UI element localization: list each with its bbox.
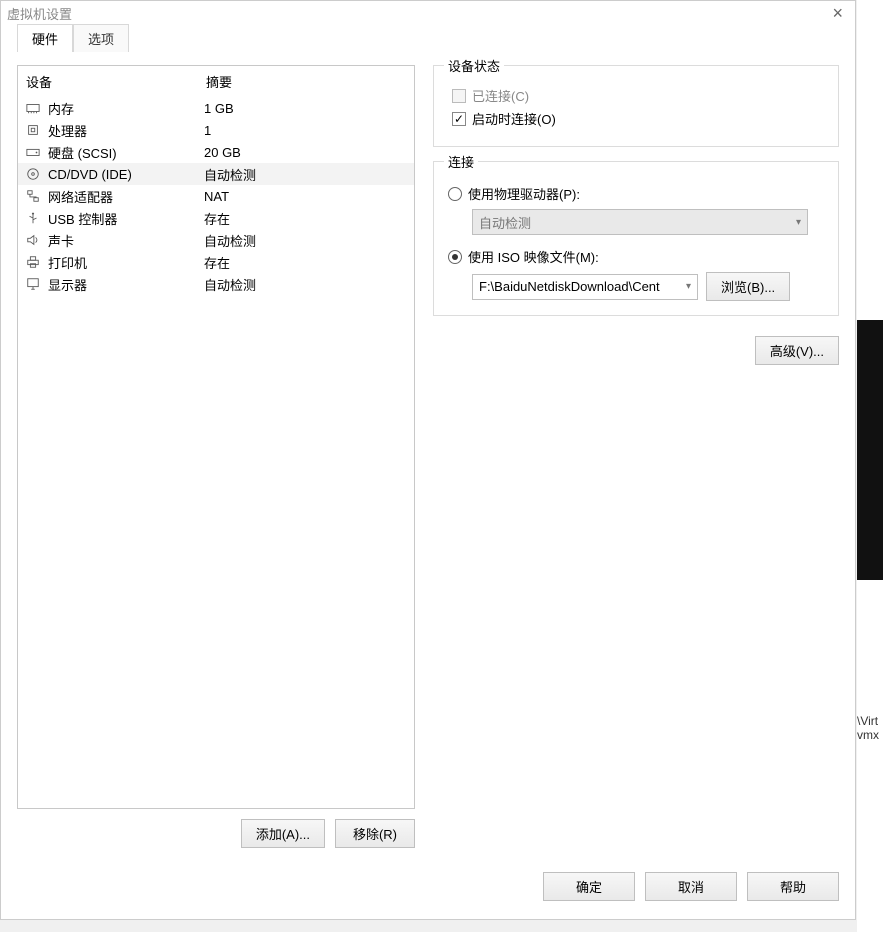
hw-name: CD/DVD (IDE) <box>48 167 204 182</box>
display-icon <box>24 276 42 292</box>
background-window: \Virt vmx <box>857 0 883 932</box>
hw-name: 硬盘 (SCSI) <box>48 143 204 162</box>
tab-options[interactable]: 选项 <box>73 24 129 52</box>
window-title: 虚拟机设置 <box>7 4 72 23</box>
cdrom-icon <box>24 166 42 182</box>
browse-button[interactable]: 浏览(B)... <box>706 272 790 301</box>
disk-icon <box>24 144 42 160</box>
hw-row-usb[interactable]: USB 控制器 存在 <box>18 207 414 229</box>
radio-physical-row[interactable]: 使用物理驱动器(P): <box>448 184 824 203</box>
hw-summary: NAT <box>204 189 408 204</box>
checkbox-connected <box>452 89 466 103</box>
physical-drive-dropdown: 自动检测 ▾ <box>472 209 808 235</box>
hw-summary: 20 GB <box>204 145 408 160</box>
remove-button[interactable]: 移除(R) <box>335 819 415 848</box>
hw-summary: 自动检测 <box>204 165 408 184</box>
radio-iso[interactable] <box>448 250 462 264</box>
tab-hardware[interactable]: 硬件 <box>17 24 73 52</box>
sound-icon <box>24 232 42 248</box>
ok-button[interactable]: 确定 <box>543 872 635 901</box>
add-button[interactable]: 添加(A)... <box>241 819 325 848</box>
hw-summary: 1 <box>204 123 408 138</box>
hw-row-cdrom[interactable]: CD/DVD (IDE) 自动检测 <box>18 163 414 185</box>
col-summary: 摘要 <box>206 72 406 91</box>
hw-row-network[interactable]: 网络适配器 NAT <box>18 185 414 207</box>
hw-name: 打印机 <box>48 253 204 272</box>
hw-row-disk[interactable]: 硬盘 (SCSI) 20 GB <box>18 141 414 163</box>
memory-icon <box>24 100 42 116</box>
chk-connected-row: 已连接(C) <box>452 86 824 105</box>
hw-row-sound[interactable]: 声卡 自动检测 <box>18 229 414 251</box>
hw-summary: 存在 <box>204 209 408 228</box>
background-dark <box>857 320 883 580</box>
cpu-icon <box>24 122 42 138</box>
col-device: 设备 <box>26 72 206 91</box>
advanced-button[interactable]: 高级(V)... <box>755 336 839 365</box>
chevron-down-icon: ▾ <box>796 217 801 228</box>
list-buttons: 添加(A)... 移除(R) <box>17 809 415 848</box>
checkbox-connect-on-start[interactable] <box>452 112 466 126</box>
iso-path-value: F:\BaiduNetdiskDownload\Cent <box>479 279 660 294</box>
vm-settings-dialog: 虚拟机设置 × 硬件 选项 设备 摘要 内存 1 GB <box>0 0 856 920</box>
group-connect-title: 连接 <box>444 152 478 171</box>
usb-icon <box>24 210 42 226</box>
content: 设备 摘要 内存 1 GB 处理器 1 硬盘 <box>1 53 855 919</box>
hw-name: 声卡 <box>48 231 204 250</box>
hw-summary: 1 GB <box>204 101 408 116</box>
group-status: 设备状态 已连接(C) 启动时连接(O) <box>433 65 839 147</box>
left-wrap: 设备 摘要 内存 1 GB 处理器 1 硬盘 <box>17 65 415 862</box>
iso-path-dropdown[interactable]: F:\BaiduNetdiskDownload\Cent ▾ <box>472 274 698 300</box>
printer-icon <box>24 254 42 270</box>
hw-name: 内存 <box>48 99 204 118</box>
background-text: \Virt vmx <box>857 714 879 742</box>
hw-name: USB 控制器 <box>48 209 204 228</box>
hw-row-display[interactable]: 显示器 自动检测 <box>18 273 414 295</box>
right-panel: 设备状态 已连接(C) 启动时连接(O) 连接 使用物理驱动器(P): <box>433 65 839 862</box>
radio-iso-row[interactable]: 使用 ISO 映像文件(M): <box>448 247 824 266</box>
group-connect: 连接 使用物理驱动器(P): 自动检测 ▾ 使用 ISO 映像文件(M): <box>433 161 839 316</box>
physical-drive-value: 自动检测 <box>479 213 531 232</box>
advanced-row: 高级(V)... <box>433 336 839 365</box>
radio-iso-label: 使用 ISO 映像文件(M): <box>468 247 599 266</box>
hw-summary: 自动检测 <box>204 231 408 250</box>
help-button[interactable]: 帮助 <box>747 872 839 901</box>
hw-name: 显示器 <box>48 275 204 294</box>
hw-summary: 存在 <box>204 253 408 272</box>
hw-summary: 自动检测 <box>204 275 408 294</box>
titlebar: 虚拟机设置 × <box>1 1 855 25</box>
chk-connected-label: 已连接(C) <box>472 86 529 105</box>
radio-physical-label: 使用物理驱动器(P): <box>468 184 580 203</box>
hw-row-printer[interactable]: 打印机 存在 <box>18 251 414 273</box>
hw-name: 网络适配器 <box>48 187 204 206</box>
group-status-title: 设备状态 <box>444 56 504 75</box>
hw-row-cpu[interactable]: 处理器 1 <box>18 119 414 141</box>
dialog-buttons: 确定 取消 帮助 <box>17 862 839 907</box>
hardware-list: 设备 摘要 内存 1 GB 处理器 1 硬盘 <box>17 65 415 809</box>
chevron-down-icon: ▾ <box>686 281 691 292</box>
tabs: 硬件 选项 <box>1 25 855 53</box>
radio-physical[interactable] <box>448 187 462 201</box>
chk-startup-label: 启动时连接(O) <box>472 109 556 128</box>
cancel-button[interactable]: 取消 <box>645 872 737 901</box>
hw-name: 处理器 <box>48 121 204 140</box>
chk-startup-row[interactable]: 启动时连接(O) <box>452 109 824 128</box>
close-icon[interactable]: × <box>826 4 849 22</box>
hw-row-memory[interactable]: 内存 1 GB <box>18 97 414 119</box>
network-icon <box>24 188 42 204</box>
list-header: 设备 摘要 <box>18 66 414 97</box>
